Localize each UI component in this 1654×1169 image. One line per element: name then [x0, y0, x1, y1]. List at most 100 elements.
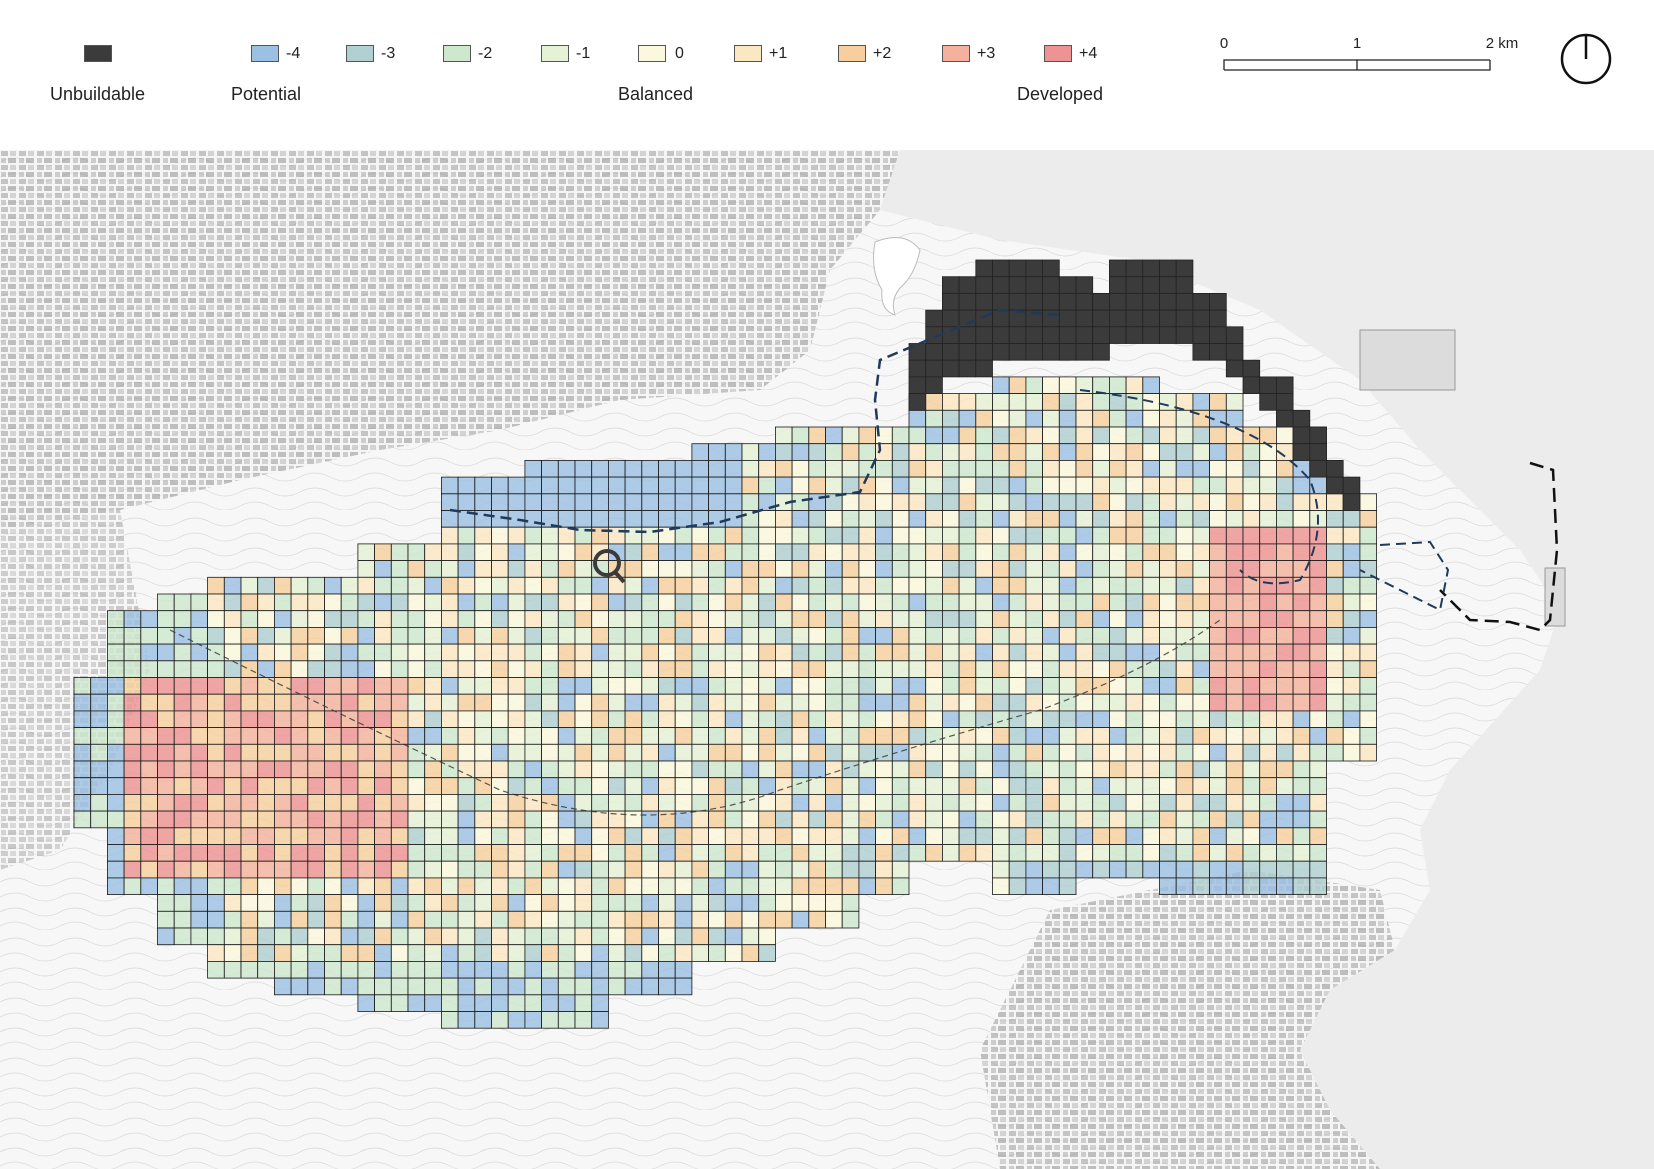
grid-cell	[340, 677, 359, 695]
grid-cell	[1175, 710, 1194, 729]
grid-cell	[1125, 510, 1144, 528]
grid-cell	[1225, 526, 1244, 545]
grid-cell	[992, 409, 1010, 428]
grid-cell	[1276, 710, 1294, 729]
grid-cell	[1242, 476, 1261, 495]
grid-cell	[691, 660, 710, 678]
grid-cell	[440, 777, 459, 795]
grid-cell	[775, 760, 793, 779]
grid-cell	[374, 977, 392, 996]
grid-cell	[758, 677, 776, 695]
grid-cell	[357, 626, 375, 645]
grid-cell	[474, 476, 492, 495]
grid-cell	[1309, 860, 1327, 879]
grid-cell	[1042, 727, 1060, 745]
grid-cell	[1192, 610, 1211, 628]
grid-cell	[1058, 777, 1077, 795]
grid-cell-unbuildable	[1159, 276, 1177, 294]
grid-cell	[190, 860, 208, 879]
grid-cell	[992, 827, 1010, 845]
grid-cell	[190, 743, 208, 762]
grid-cell	[641, 576, 659, 595]
grid-cell	[73, 710, 92, 729]
grid-cell	[574, 894, 593, 912]
grid-cell	[724, 777, 743, 795]
grid-cell	[775, 693, 793, 712]
grid-cell	[541, 844, 559, 862]
grid-cell	[658, 643, 676, 662]
grid-cell	[424, 994, 442, 1012]
grid-cell	[1309, 593, 1327, 612]
grid-cell	[240, 593, 259, 612]
grid-cell	[674, 459, 693, 478]
grid-cell	[975, 727, 993, 745]
legend-swatch-class-minus2	[443, 45, 471, 62]
grid-cell	[658, 660, 676, 678]
grid-cell	[724, 727, 743, 745]
grid-cell	[624, 760, 643, 779]
grid-cell	[273, 693, 292, 712]
grid-cell	[223, 794, 242, 812]
grid-cell	[1058, 677, 1077, 695]
grid-cell	[390, 860, 409, 879]
grid-cell	[1259, 660, 1277, 678]
grid-cell	[1109, 493, 1127, 511]
grid-cell	[825, 743, 843, 762]
grid-cell	[724, 743, 743, 762]
grid-cell	[708, 810, 726, 829]
grid-cell	[925, 526, 943, 545]
grid-cell	[390, 643, 409, 662]
grid-cell	[1025, 426, 1044, 445]
grid-cell	[207, 844, 225, 862]
grid-cell	[1309, 626, 1327, 645]
grid-cell	[1192, 426, 1211, 445]
grid-cell	[1359, 626, 1378, 645]
grid-cell	[1276, 560, 1294, 578]
grid-cell	[891, 827, 910, 845]
grid-cell	[925, 543, 943, 561]
grid-cell	[524, 677, 543, 695]
grid-cell	[741, 510, 760, 528]
grid-cell	[207, 576, 225, 595]
grid-cell	[290, 977, 309, 996]
grid-cell	[758, 827, 776, 845]
grid-cell	[257, 710, 275, 729]
grid-cell-unbuildable	[1092, 309, 1110, 328]
grid-cell	[107, 727, 125, 745]
grid-cell	[73, 693, 92, 712]
grid-cell	[875, 526, 893, 545]
grid-cell	[608, 510, 626, 528]
grid-cell	[825, 877, 843, 896]
grid-cell	[1008, 526, 1027, 545]
grid-cell	[858, 493, 877, 511]
grid-cell	[891, 693, 910, 712]
grid-cell	[307, 576, 325, 595]
grid-cell	[1326, 493, 1344, 511]
grid-cell	[1309, 810, 1327, 829]
grid-cell	[775, 894, 793, 912]
grid-cell	[340, 593, 359, 612]
grid-cell	[340, 910, 359, 929]
grid-cell	[1326, 543, 1344, 561]
grid-cell	[424, 794, 442, 812]
grid-cell	[1008, 677, 1027, 695]
grid-cell	[775, 560, 793, 578]
grid-cell	[641, 844, 659, 862]
grid-cell	[1159, 710, 1177, 729]
grid-cell	[107, 626, 125, 645]
grid-cell	[658, 860, 676, 879]
grid-cell	[958, 777, 977, 795]
grid-cell	[875, 727, 893, 745]
grid-cell	[1175, 743, 1194, 762]
grid-cell	[357, 560, 375, 578]
grid-cell	[1292, 877, 1311, 896]
grid-cell	[374, 860, 392, 879]
grid-cell	[608, 710, 626, 729]
grid-cell	[708, 576, 726, 595]
grid-cell	[691, 543, 710, 561]
grid-cell-unbuildable	[925, 343, 943, 361]
grid-cell	[474, 894, 492, 912]
grid-cell	[357, 660, 375, 678]
grid-cell	[1092, 560, 1110, 578]
grid-cell	[758, 459, 776, 478]
